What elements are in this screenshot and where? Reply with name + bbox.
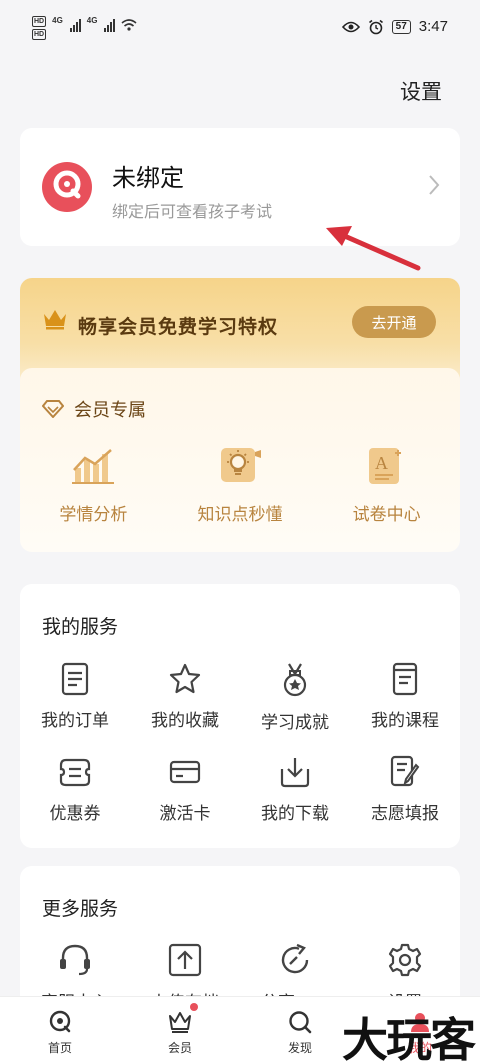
service-my-courses[interactable]: 我的课程 [350,662,460,733]
svg-text:A: A [375,453,388,473]
watermark-text: 大玩客 [342,1013,476,1061]
annotation-arrow-icon [326,226,421,271]
my-services-title: 我的服务 [42,617,119,638]
download-icon [280,758,310,788]
chevron-right-icon [429,175,440,195]
crown-icon [44,310,66,330]
service-label: 我的收藏 [151,711,219,730]
diamond-icon [42,400,64,418]
service-my-favorites[interactable]: 我的收藏 [130,662,240,733]
star-icon [169,663,201,694]
bar-chart-icon [72,449,115,484]
member-item-analysis[interactable]: 学情分析 [28,446,158,525]
crown-icon [169,1012,191,1033]
tab-label: 会员 [167,1041,192,1055]
medal-icon [283,663,307,697]
battery-indicator: 57 [391,19,411,34]
service-label: 优惠券 [49,804,101,823]
service-label: 我的订单 [41,711,109,730]
app-logo-icon [53,170,81,199]
service-coupons[interactable]: 优惠券 [20,755,130,824]
alarm-icon [368,19,383,34]
signal-icon-2 [104,18,116,32]
tab-label: 发现 [287,1041,312,1055]
notification-dot [190,1003,198,1011]
status-left: HD HD 4G 4G [32,16,137,40]
clock: 3:47 [418,18,448,35]
service-application[interactable]: 志愿填报 [350,755,460,824]
eye-icon [341,21,360,32]
bind-status-title: 未绑定 [112,165,184,192]
tab-label: 首页 [47,1041,72,1055]
open-vip-button[interactable]: 去开通 [352,306,436,338]
share-icon [281,943,309,974]
member-item-label: 学情分析 [59,505,128,524]
status-right: 57 3:47 [341,18,448,35]
card-icon [169,760,201,784]
member-exclusive-card: 会员专属 学情分析 知识点秒懂 A 试卷中心 [20,368,460,552]
member-exclusive-title: 会员专属 [74,400,146,420]
tab-home[interactable]: 首页 [0,997,120,1061]
tab-member[interactable]: 会员 [120,997,240,1061]
service-label: 学习成就 [261,713,329,732]
service-label: 志愿填报 [371,804,439,823]
upload-icon [168,943,202,977]
service-my-downloads[interactable]: 我的下载 [240,755,350,824]
network-type-1: 4G [52,16,63,25]
book-icon [392,662,418,696]
lightbulb-icon [220,448,261,482]
discover-icon [289,1011,312,1034]
bind-status-subtitle: 绑定后可查看孩子考试 [112,204,273,221]
gear-icon [388,943,422,977]
wifi-icon [121,19,137,31]
form-edit-icon [390,755,420,787]
settings-link[interactable]: 设置 [400,76,442,106]
member-item-label: 试卷中心 [352,505,421,524]
exam-paper-icon: A [368,448,401,484]
network-type-2: 4G [86,16,98,25]
service-label: 我的课程 [371,711,439,730]
hd-indicator: HD HD [32,16,47,40]
member-item-label: 知识点秒懂 [197,505,283,524]
headset-icon [60,944,90,976]
signal-icon [69,18,81,32]
coupon-icon [59,758,91,787]
service-label: 激活卡 [159,804,211,823]
order-icon [61,662,89,696]
service-achievements[interactable]: 学习成就 [240,662,350,733]
avatar [42,162,92,212]
vip-banner-text: 畅享会员免费学习特权 [78,317,279,338]
service-activation-card[interactable]: 激活卡 [130,755,240,824]
service-my-orders[interactable]: 我的订单 [20,662,130,733]
member-item-exam-center[interactable]: A 试卷中心 [322,446,452,525]
member-item-knowledge[interactable]: 知识点秒懂 [175,446,305,525]
home-icon [49,1010,71,1033]
status-bar: HD HD 4G 4G 57 3:47 [0,0,480,60]
service-label: 我的下载 [261,804,329,823]
my-services-card: 我的服务 我的订单 我的收藏 学习成就 我的课程 优惠券 激活卡 我的下载 志愿… [20,584,460,848]
hd-badge-2: HD [32,29,47,40]
member-exclusive-header: 会员专属 [42,396,146,422]
hd-badge-1: HD [32,16,47,27]
more-services-title: 更多服务 [42,899,119,920]
